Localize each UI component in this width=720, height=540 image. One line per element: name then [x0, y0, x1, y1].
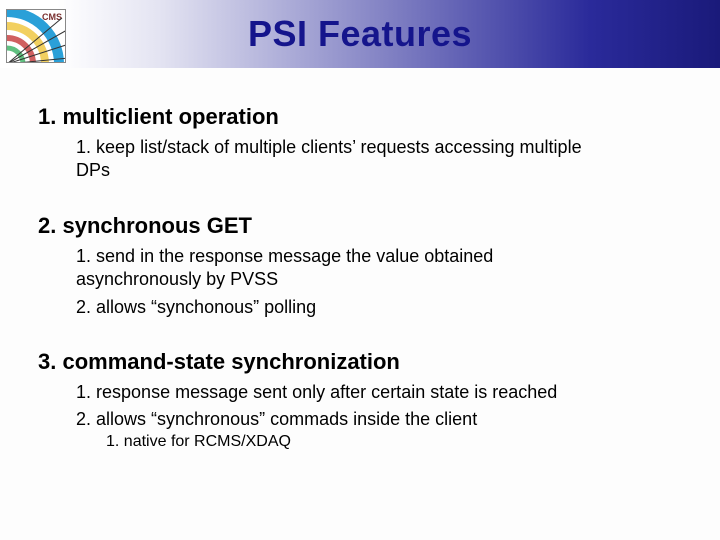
item-num: 1.: [76, 137, 91, 157]
item-num: 2.: [76, 297, 91, 317]
slide-title: PSI Features: [0, 13, 720, 55]
section-3: 3. command-state synchronization 1. resp…: [38, 349, 682, 453]
section-heading: 3. command-state synchronization: [38, 349, 682, 375]
slide-content: 1. multiclient operation 1. keep list/st…: [0, 68, 720, 453]
item-text: allows “synchronous” commads inside the …: [96, 409, 477, 429]
list-item: 1. native for RCMS/XDAQ: [106, 432, 616, 453]
section-num: 3.: [38, 349, 56, 374]
section-heading: 1. multiclient operation: [38, 104, 682, 130]
list-item: 2. allows “synchronous” commads inside t…: [76, 408, 616, 452]
sub-list: 1. send in the response message the valu…: [38, 245, 682, 319]
list-item: 1. keep list/stack of multiple clients’ …: [76, 136, 616, 183]
section-2: 2. synchronous GET 1. send in the respon…: [38, 213, 682, 319]
section-num: 2.: [38, 213, 56, 238]
list-item: 2. allows “synchonous” polling: [76, 296, 616, 319]
item-text: allows “synchonous” polling: [96, 297, 316, 317]
item-text: response message sent only after certain…: [96, 382, 557, 402]
item-num: 1.: [76, 246, 91, 266]
section-title: command-state synchronization: [62, 349, 399, 374]
section-1: 1. multiclient operation 1. keep list/st…: [38, 104, 682, 183]
item-text: native for RCMS/XDAQ: [124, 433, 291, 450]
section-title: multiclient operation: [62, 104, 278, 129]
item-text: send in the response message the value o…: [76, 246, 493, 289]
section-title: synchronous GET: [62, 213, 251, 238]
sub-list: 1. keep list/stack of multiple clients’ …: [38, 136, 682, 183]
item-text: keep list/stack of multiple clients’ req…: [76, 137, 582, 180]
section-num: 1.: [38, 104, 56, 129]
item-num: 2.: [76, 409, 91, 429]
slide-header: CMS PSI Features: [0, 0, 720, 68]
list-item: 1. send in the response message the valu…: [76, 245, 616, 292]
list-item: 1. response message sent only after cert…: [76, 381, 616, 404]
item-num: 1.: [106, 433, 119, 450]
item-num: 1.: [76, 382, 91, 402]
subsub-list: 1. native for RCMS/XDAQ: [76, 432, 616, 453]
sub-list: 1. response message sent only after cert…: [38, 381, 682, 453]
section-heading: 2. synchronous GET: [38, 213, 682, 239]
